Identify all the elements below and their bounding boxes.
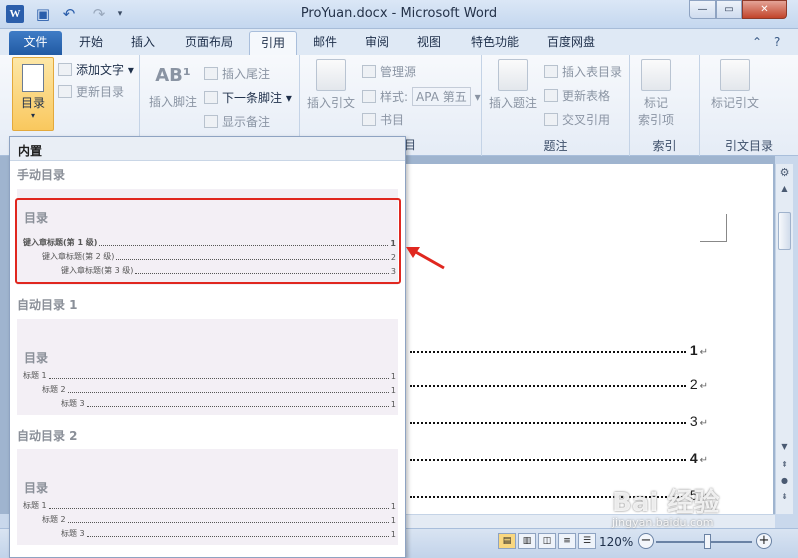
scroll-thumb[interactable] [778, 212, 791, 250]
zoom-out-button[interactable]: − [638, 533, 654, 549]
baidu-watermark: Bai 经验 jingyan.baidu.com [612, 482, 798, 532]
draft-view-icon[interactable]: ☰ [578, 533, 596, 549]
doc-toc-line[interactable]: 3 ↵ [410, 411, 708, 429]
table-of-authorities-group: 引文目录 [700, 55, 798, 156]
margin-corner-mark [700, 214, 727, 242]
close-button[interactable]: ✕ [742, 0, 787, 19]
captions-group: 题注 [482, 55, 630, 156]
previous-page-icon[interactable]: ⇞ [777, 460, 792, 469]
tab-mailings[interactable]: 邮件 [304, 31, 346, 55]
toc-leader [410, 422, 686, 424]
tab-references[interactable]: 引用 [249, 31, 297, 55]
tab-baidu-netdisk[interactable]: 百度网盘 [538, 31, 604, 55]
index-group: 索引 [630, 55, 700, 156]
tab-insert[interactable]: 插入 [122, 31, 164, 55]
watermark-main: Bai 经验 [612, 488, 720, 518]
title-bar: W ▣ ↶ ↷ ▾ ProYuan.docx - Microsoft Word … [0, 0, 798, 29]
zoom-level[interactable]: 120% [599, 535, 633, 549]
scroll-down-icon[interactable]: ▼ [777, 442, 792, 451]
maximize-button[interactable]: ▭ [716, 0, 742, 19]
paragraph-mark: ↵ [699, 347, 708, 358]
web-layout-icon[interactable]: ◫ [538, 533, 556, 549]
watermark-url: jingyan.baidu.com [612, 516, 714, 529]
preview-heading: 目录 [24, 351, 49, 365]
preview-heading: 目录 [24, 481, 49, 495]
toc-page-number: 2 [689, 376, 698, 392]
window-title: ProYuan.docx - Microsoft Word [300, 6, 498, 21]
preview-line: 标题 21 [42, 385, 396, 395]
toc-page-number: 4 [689, 450, 698, 466]
preview-line: 标题 21 [42, 515, 396, 525]
auto-toc-1-preview[interactable]: 目录 标题 11 标题 21 标题 31 [17, 319, 398, 415]
preview-line: 标题 11 [23, 371, 396, 381]
full-screen-reading-icon[interactable]: ▥ [518, 533, 536, 549]
annotation-arrow-icon [406, 247, 445, 270]
toc-page-number: 1 [689, 342, 698, 358]
tab-home[interactable]: 开始 [70, 31, 112, 55]
vertical-scrollbar[interactable]: ⚙ ▲ ▼ ⇞ ● ⇟ [775, 164, 793, 514]
highlight-box [15, 198, 401, 284]
toc-leader [410, 351, 686, 353]
doc-toc-line[interactable]: 1 ↵ [410, 340, 708, 358]
auto-toc-2-title: 自动目录 2 [17, 429, 78, 443]
paragraph-mark: ↵ [699, 455, 708, 466]
ruler-toggle-icon[interactable]: ⚙ [777, 166, 792, 179]
scroll-up-icon[interactable]: ▲ [777, 184, 792, 193]
gallery-header: 内置 [10, 137, 405, 161]
outline-view-icon[interactable]: ≡ [558, 533, 576, 549]
auto-toc-1-title: 自动目录 1 [17, 298, 78, 312]
preview-line: 标题 31 [61, 529, 396, 539]
manual-toc-title: 手动目录 [17, 168, 66, 182]
print-layout-view-icon[interactable]: ▤ [498, 533, 516, 549]
preview-line: 标题 31 [61, 399, 396, 409]
minimize-button[interactable]: — [689, 0, 716, 19]
tab-special-features[interactable]: 特色功能 [462, 31, 528, 55]
zoom-slider-handle[interactable] [704, 534, 711, 549]
ribbon-tabs: 文件 开始 插入 页面布局 引用 邮件 审阅 视图 特色功能 百度网盘 ⌃ ? [0, 29, 798, 55]
toc-leader [410, 385, 686, 387]
preview-line: 标题 11 [23, 501, 396, 511]
toc-gallery-dropdown: 内置 手动目录 目录 键入章标题(第 1 级) 1 键入章标题(第 2 级) 2 键… [9, 136, 406, 558]
tab-review[interactable]: 审阅 [356, 31, 398, 55]
help-icon[interactable]: ? [774, 35, 780, 49]
tab-page-layout[interactable]: 页面布局 [176, 31, 242, 55]
auto-toc-2-preview[interactable]: 目录 标题 11 标题 21 标题 31 [17, 449, 398, 545]
captions-group-label: 题注 [543, 139, 568, 153]
zoom-in-button[interactable]: + [756, 533, 772, 549]
minimize-ribbon-icon[interactable]: ⌃ [752, 35, 762, 49]
doc-toc-line[interactable]: 2 ↵ [410, 374, 708, 392]
paragraph-mark: ↵ [699, 418, 708, 429]
toc-leader [410, 459, 686, 461]
toc-page-number: 3 [689, 413, 698, 429]
paragraph-mark: ↵ [699, 381, 708, 392]
tab-file[interactable]: 文件 [9, 31, 62, 55]
index-group-label: 索引 [652, 139, 677, 153]
doc-toc-line[interactable]: 4 ↵ [410, 448, 708, 466]
tab-view[interactable]: 视图 [408, 31, 450, 55]
toa-group-label: 引文目录 [724, 139, 773, 153]
